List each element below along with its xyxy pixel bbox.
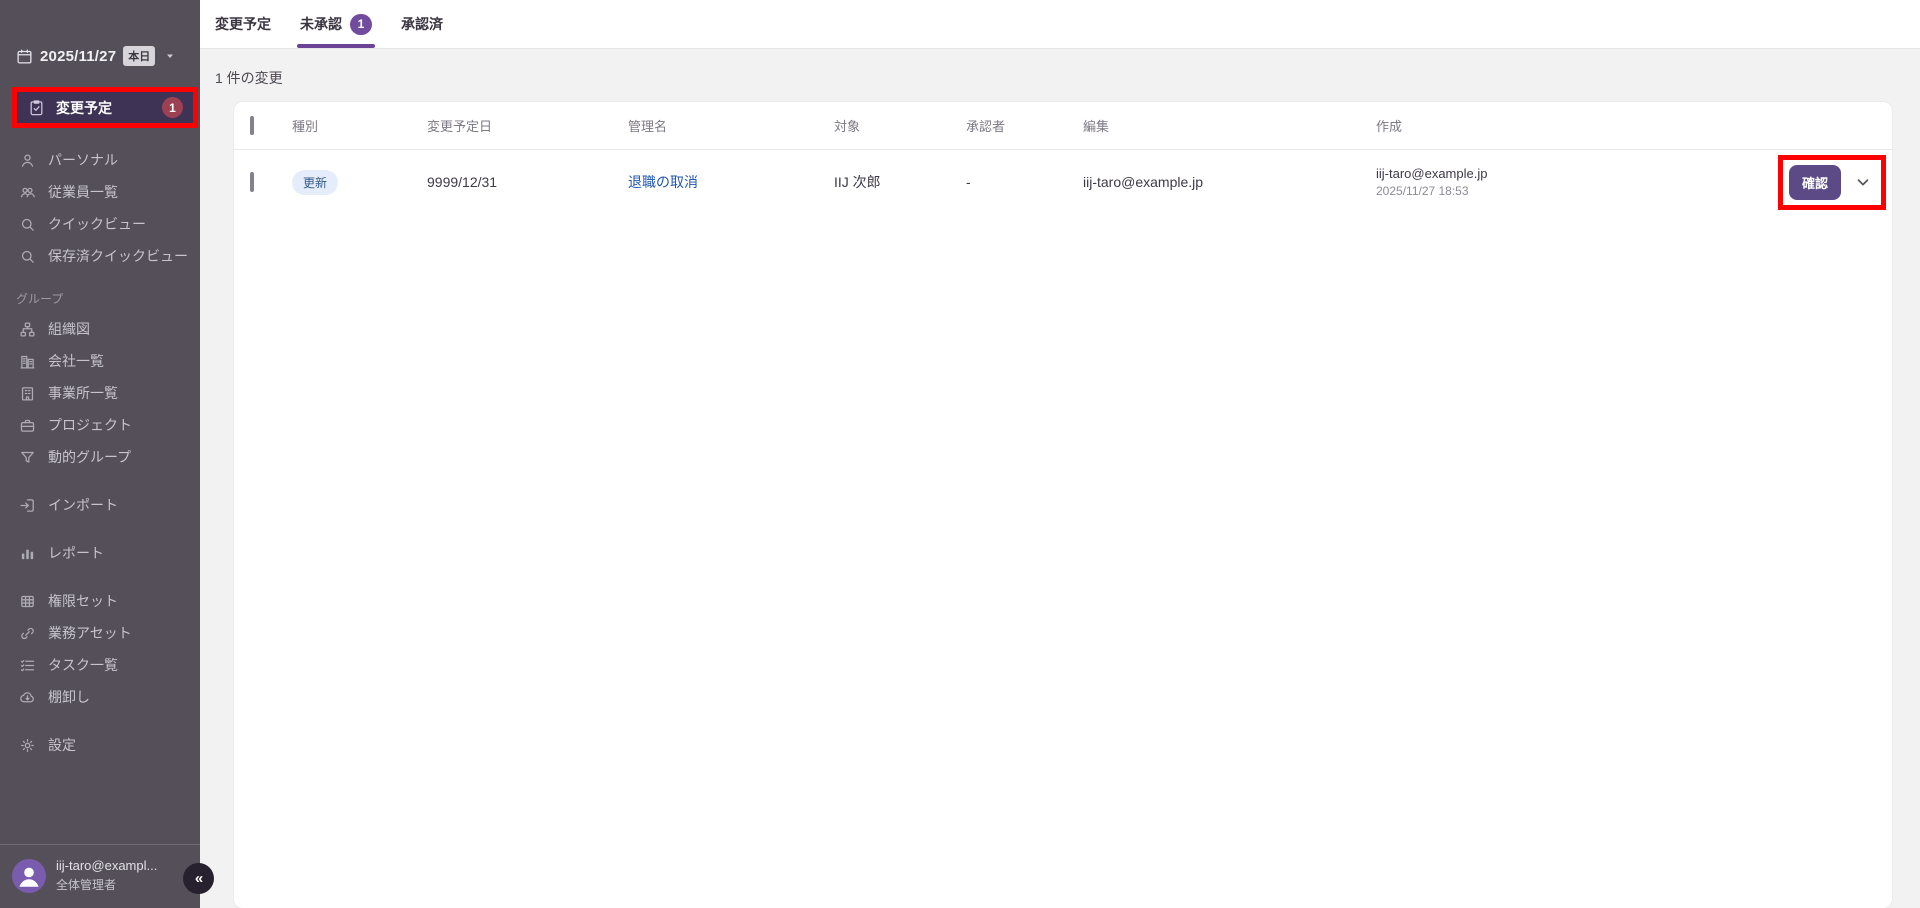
column-header-editor: 編集	[1083, 116, 1376, 135]
sidebar-item-label: パーソナル	[48, 150, 118, 170]
tab-bar: 変更予定 未承認 1 承認済	[200, 0, 1920, 49]
sidebar-section-group: グループ	[0, 290, 200, 307]
column-header-approver: 承認者	[966, 116, 1083, 135]
scheduled-date-cell: 9999/12/31	[427, 174, 628, 190]
sidebar-item-personal[interactable]: パーソナル	[0, 144, 200, 176]
user-email: iij-taro@exampl...	[56, 858, 157, 873]
sidebar-item-import[interactable]: インポート	[0, 489, 200, 521]
sidebar-item-label: インポート	[48, 495, 118, 515]
calendar-icon	[16, 48, 33, 65]
link-icon	[19, 625, 36, 642]
sidebar-item-label: 組織図	[48, 319, 90, 339]
sidebar-item-label: 権限セット	[48, 591, 118, 611]
annotation-box-action: 確認	[1778, 155, 1886, 210]
sidebar-item-label: 保存済クイックビュー	[48, 246, 188, 266]
editor-cell: iij-taro@example.jp	[1083, 174, 1376, 190]
table-row: 更新 9999/12/31 退職の取消 IIJ 次郎 - iij-taro@ex…	[234, 150, 1892, 214]
user-account[interactable]: iij-taro@exampl... 全体管理者	[0, 844, 200, 908]
sidebar-item-change-schedule[interactable]: 変更予定 1	[17, 92, 193, 123]
funnel-icon	[19, 449, 36, 466]
chevron-down-icon[interactable]	[1854, 173, 1872, 191]
gear-icon	[19, 737, 36, 754]
sidebar-item-report[interactable]: レポート	[0, 537, 200, 569]
target-cell: IIJ 次郎	[834, 172, 966, 192]
sidebar-item-business-asset[interactable]: 業務アセット	[0, 617, 200, 649]
created-at: 2025/11/27 18:53	[1376, 184, 1742, 198]
sidebar-item-saved-quick-view[interactable]: 保存済クイックビュー	[0, 240, 200, 272]
pending-count-badge: 1	[162, 97, 183, 118]
sidebar-item-label: 動的グループ	[48, 447, 131, 467]
sidebar-item-label: レポート	[48, 543, 104, 563]
clipboard-check-icon	[28, 99, 45, 116]
created-by: iij-taro@example.jp	[1376, 166, 1742, 181]
select-all-checkbox[interactable]	[250, 116, 254, 135]
column-header-target: 対象	[834, 116, 966, 135]
sidebar-item-inventory[interactable]: 棚卸し	[0, 681, 200, 713]
cloud-download-icon	[19, 689, 36, 706]
org-chart-icon	[19, 321, 36, 338]
change-name-link[interactable]: 退職の取消	[628, 174, 698, 190]
sidebar-item-label: 棚卸し	[48, 687, 90, 707]
tab-approved[interactable]: 承認済	[401, 0, 443, 48]
column-header-name: 管理名	[628, 116, 834, 135]
confirm-button[interactable]: 確認	[1789, 165, 1841, 200]
sidebar-item-dynamic-group[interactable]: 動的グループ	[0, 441, 200, 473]
today-badge: 本日	[123, 46, 155, 66]
column-header-created: 作成	[1376, 116, 1742, 135]
annotation-box-sidebar: 変更予定 1	[12, 87, 198, 128]
approver-cell: -	[966, 174, 1083, 190]
sidebar-collapse-button[interactable]: «	[183, 863, 214, 894]
sidebar-item-company-list[interactable]: 会社一覧	[0, 345, 200, 377]
tab-count-badge: 1	[350, 14, 372, 35]
created-cell: iij-taro@example.jp 2025/11/27 18:53	[1376, 166, 1742, 198]
table-header-row: 種別 変更予定日 管理名 対象 承認者 編集 作成	[234, 102, 1892, 150]
sidebar-item-org-chart[interactable]: 組織図	[0, 313, 200, 345]
tab-label: 変更予定	[215, 14, 271, 34]
changes-table-card: 種別 変更予定日 管理名 対象 承認者 編集 作成 更新 9999/12/31 …	[233, 101, 1893, 908]
tab-label: 承認済	[401, 14, 443, 34]
sidebar-item-settings[interactable]: 設定	[0, 729, 200, 761]
tab-label: 未承認	[300, 14, 342, 34]
user-role: 全体管理者	[56, 876, 157, 893]
sidebar-item-label: 設定	[48, 735, 76, 755]
tab-change-schedule[interactable]: 変更予定	[215, 0, 271, 48]
column-header-scheduled-date: 変更予定日	[427, 116, 628, 135]
search-icon	[19, 216, 36, 233]
tab-unapproved[interactable]: 未承認 1	[300, 0, 372, 48]
sidebar-item-quick-view[interactable]: クイックビュー	[0, 208, 200, 240]
bar-chart-icon	[19, 545, 36, 562]
task-list-icon	[19, 657, 36, 674]
person-icon	[19, 152, 36, 169]
company-list-icon	[19, 353, 36, 370]
sidebar-item-task-list[interactable]: タスク一覧	[0, 649, 200, 681]
chevron-down-icon	[164, 50, 176, 62]
avatar	[12, 859, 46, 893]
sidebar-item-label: 変更予定	[56, 98, 112, 118]
people-icon	[19, 184, 36, 201]
current-date: 2025/11/27	[40, 48, 116, 65]
sidebar-item-label: 事業所一覧	[48, 383, 118, 403]
sidebar-item-office-list[interactable]: 事業所一覧	[0, 377, 200, 409]
column-header-type: 種別	[292, 116, 427, 135]
type-badge: 更新	[292, 170, 338, 195]
sidebar-item-label: 従業員一覧	[48, 182, 118, 202]
change-count-summary: 1 件の変更	[215, 68, 1920, 88]
sidebar-item-label: 会社一覧	[48, 351, 104, 371]
grid-icon	[19, 593, 36, 610]
sidebar-item-label: タスク一覧	[48, 655, 118, 675]
sidebar-item-employee-list[interactable]: 従業員一覧	[0, 176, 200, 208]
sidebar-item-label: クイックビュー	[48, 214, 146, 234]
search-icon	[19, 248, 36, 265]
sidebar-item-permission-set[interactable]: 権限セット	[0, 585, 200, 617]
import-icon	[19, 497, 36, 514]
briefcase-icon	[19, 417, 36, 434]
main-content: 変更予定 未承認 1 承認済 1 件の変更 種別 変更予定日 管理名 対象 承認…	[200, 0, 1920, 908]
sidebar-item-project[interactable]: プロジェクト	[0, 409, 200, 441]
sidebar-item-label: 業務アセット	[48, 623, 132, 643]
date-picker[interactable]: 2025/11/27 本日	[16, 46, 200, 66]
sidebar-item-label: プロジェクト	[48, 415, 132, 435]
sidebar: 2025/11/27 本日 変更予定 1 パーソナル 従業員一覧 クイックビュー	[0, 0, 200, 908]
row-checkbox[interactable]	[250, 172, 254, 192]
office-icon	[19, 385, 36, 402]
